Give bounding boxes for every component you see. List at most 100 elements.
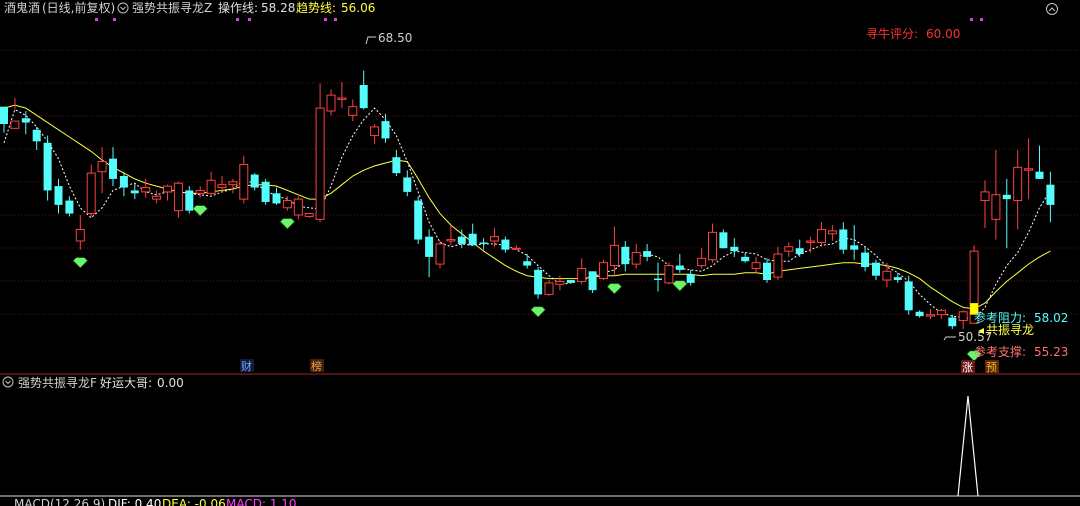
event-forecast-badge[interactable]: 预 bbox=[985, 360, 999, 374]
sub-spike-line bbox=[957, 395, 979, 497]
candle-body-down bbox=[872, 262, 880, 276]
top-marker-dot bbox=[95, 18, 98, 21]
candle-body-up bbox=[599, 262, 608, 280]
candle-body-up bbox=[817, 228, 826, 243]
candle-body-up bbox=[664, 265, 674, 284]
candle-body-down bbox=[43, 142, 52, 191]
macd-dea: DEA: -0.06 bbox=[162, 497, 226, 506]
low-marker bbox=[943, 336, 956, 341]
candle-body-down bbox=[457, 236, 466, 244]
candle-body-up bbox=[806, 240, 816, 243]
gem-icon bbox=[72, 257, 88, 269]
event-limit-up-text: 涨 bbox=[962, 361, 973, 374]
candle-body-up bbox=[315, 107, 325, 220]
candle-body-down bbox=[948, 317, 957, 327]
gem-icon bbox=[192, 205, 208, 217]
trend-line bbox=[3, 104, 1051, 310]
close-circle-icon[interactable] bbox=[1046, 3, 1058, 15]
candle-body-down bbox=[501, 239, 510, 250]
candle-body-down bbox=[1046, 184, 1055, 205]
gem-icon bbox=[279, 218, 295, 230]
macd-value: MACD: 1.10 bbox=[226, 497, 297, 506]
event-rank-badge[interactable]: 榜 bbox=[310, 359, 324, 373]
signal-label: 共振寻龙 bbox=[986, 323, 1034, 337]
candle-body-up bbox=[697, 257, 707, 267]
candle-body-up bbox=[784, 246, 794, 252]
candle-body-down bbox=[425, 236, 434, 257]
candle-body-down bbox=[119, 176, 128, 188]
trend-line-value: 56.06 bbox=[341, 1, 375, 15]
chart-canvas: 酒鬼酒 (日线,前复权) 强势共振寻龙Z 操作线: 58.28 趋势线: 56.… bbox=[0, 0, 1080, 506]
sub-indicator-name: 强势共振寻龙F bbox=[18, 376, 97, 390]
candle-body-down bbox=[32, 129, 41, 142]
candle-body-up bbox=[239, 163, 249, 200]
sub-settings-icon[interactable] bbox=[2, 376, 14, 388]
candle-body-down bbox=[468, 233, 477, 246]
top-marker-dot bbox=[236, 18, 239, 21]
resistance-value: 58.02 bbox=[1034, 311, 1068, 325]
event-finance-badge[interactable]: 财 bbox=[240, 359, 254, 373]
candle-body-down bbox=[741, 256, 750, 262]
top-marker-dot bbox=[248, 18, 251, 21]
event-finance-text: 财 bbox=[241, 359, 252, 373]
candle-body-down bbox=[861, 252, 870, 267]
candle-body-down bbox=[185, 190, 194, 211]
candle-body-up bbox=[337, 97, 347, 100]
top-marker-dot bbox=[980, 18, 983, 21]
candle-body-up bbox=[206, 179, 216, 194]
candle-body-up bbox=[991, 194, 1001, 220]
candle-body-up bbox=[490, 236, 499, 242]
candle-body-down bbox=[381, 121, 390, 139]
candle-body-up bbox=[958, 311, 968, 321]
candle-body-up bbox=[141, 187, 151, 193]
candle-body-up bbox=[926, 314, 935, 317]
candle-body-up bbox=[882, 270, 892, 281]
candle-body-down bbox=[643, 251, 652, 257]
top-marker-dot bbox=[334, 18, 337, 21]
gem-icon bbox=[530, 306, 546, 318]
signal-gems bbox=[72, 205, 982, 362]
candle-body-up bbox=[195, 189, 205, 194]
candle-body-down bbox=[403, 177, 412, 192]
candle-body-up bbox=[936, 309, 946, 316]
candle-body-up bbox=[544, 282, 554, 295]
top-marker-dot bbox=[324, 18, 327, 21]
event-rank-text: 榜 bbox=[311, 359, 322, 373]
candle-body-down bbox=[534, 269, 543, 295]
candle-body-up bbox=[708, 231, 717, 261]
candle-body-up bbox=[577, 267, 587, 282]
candle-body-up bbox=[751, 262, 761, 269]
candle-body-up bbox=[1024, 168, 1034, 171]
candle-body-down bbox=[261, 181, 270, 202]
candle-body-down bbox=[523, 261, 532, 266]
candle-body-down bbox=[904, 281, 913, 311]
candle-body-down bbox=[719, 232, 728, 249]
candle-body-down bbox=[839, 229, 848, 250]
sub-value-label: 好运大哥: bbox=[100, 376, 152, 390]
candle-body-up bbox=[555, 280, 565, 285]
candle-body-up bbox=[980, 191, 990, 202]
score-value: 60.00 bbox=[926, 27, 960, 41]
op-line-value: 58.28 bbox=[261, 1, 295, 15]
candle-body-down bbox=[54, 186, 63, 205]
settings-circle-icon[interactable] bbox=[117, 2, 129, 14]
top-marker-dot bbox=[113, 18, 116, 21]
candle-body-up bbox=[10, 120, 20, 129]
candle-body-up bbox=[163, 185, 172, 193]
candle-body-up bbox=[152, 195, 162, 200]
trend-line-layer bbox=[3, 104, 1051, 320]
candle-body-down bbox=[686, 274, 695, 283]
candle-body-down bbox=[272, 193, 281, 204]
candle-body-up bbox=[446, 239, 456, 242]
candle-body-down bbox=[130, 190, 139, 194]
chart-mode: (日线,前复权) bbox=[42, 0, 115, 15]
event-limit-up-badge[interactable]: 涨 bbox=[961, 360, 975, 374]
candle-body-up bbox=[173, 182, 183, 212]
candle-body-up bbox=[348, 106, 358, 116]
macd-dif: DIF: 0.40 bbox=[108, 497, 161, 506]
candle-body-up bbox=[217, 184, 227, 189]
top-marker-dots bbox=[95, 18, 983, 21]
top-marker-dot bbox=[970, 18, 973, 21]
indicator-name: 强势共振寻龙Z bbox=[132, 1, 212, 15]
candle-body-down bbox=[65, 200, 74, 214]
